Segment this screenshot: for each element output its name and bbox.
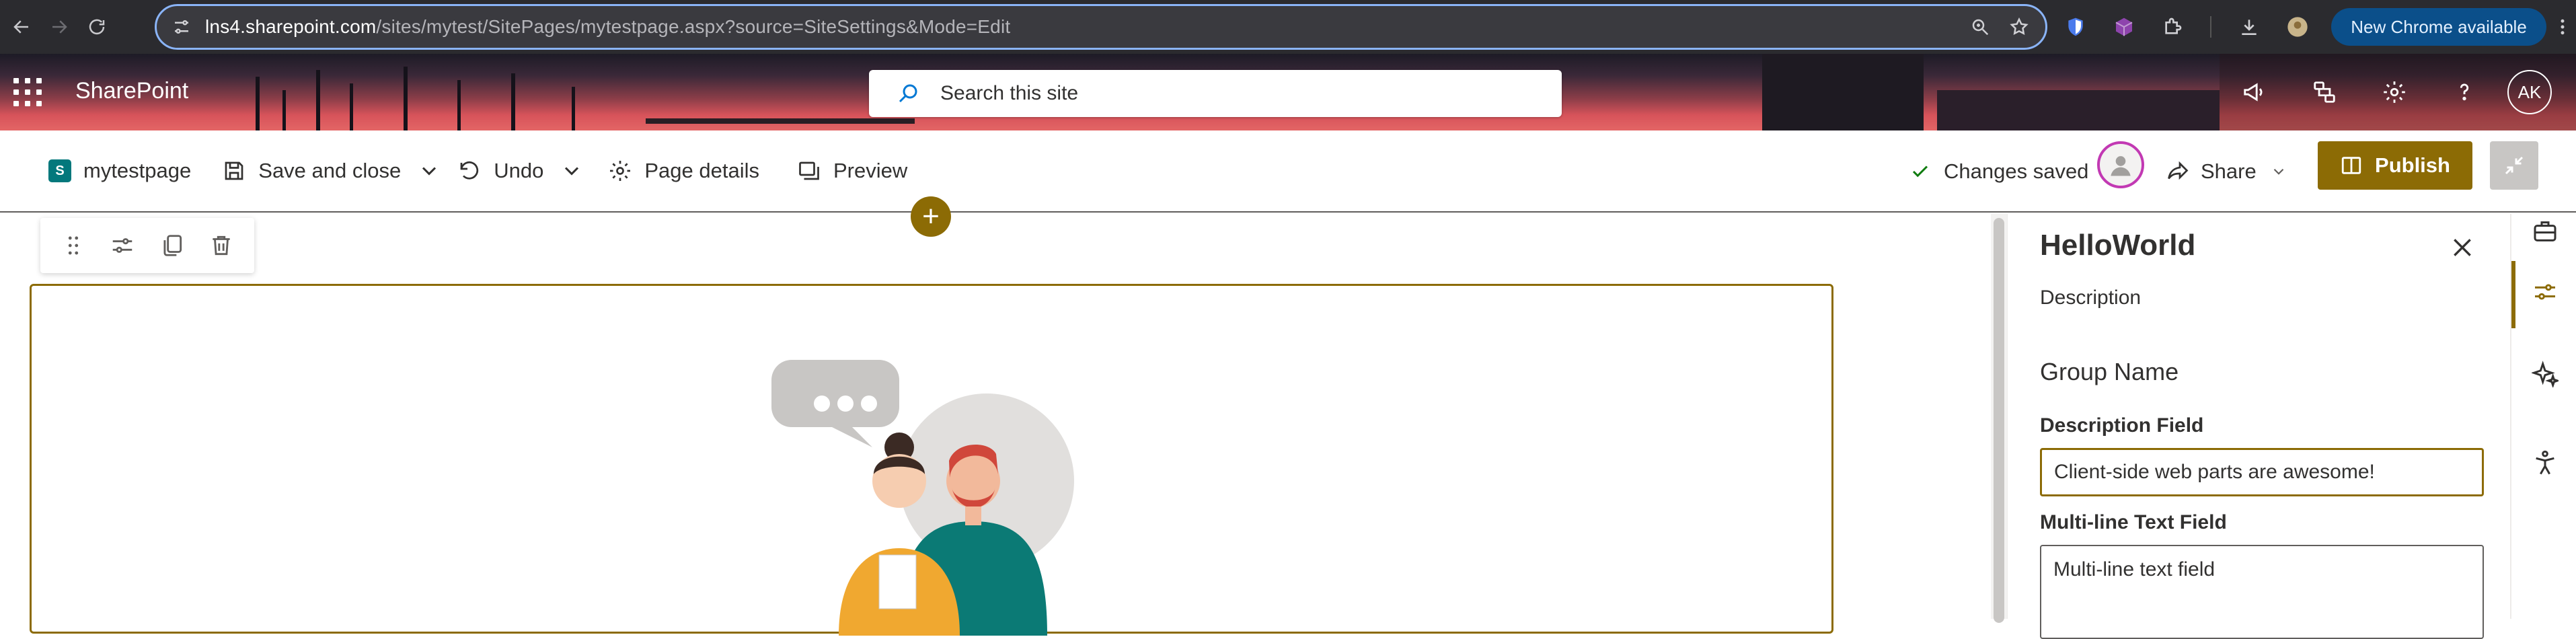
person-icon bbox=[2111, 156, 2131, 176]
multiline-field-label: Multi-line Text Field bbox=[2040, 511, 2227, 533]
helloworld-webpart[interactable] bbox=[30, 284, 1833, 636]
sharepoint-brand[interactable]: SharePoint bbox=[75, 78, 188, 104]
site-info-icon[interactable] bbox=[172, 17, 192, 37]
suite-actions: AK bbox=[2220, 54, 2576, 130]
browser-toolbar: lns4.sharepoint.com/sites/mytest/SitePag… bbox=[0, 0, 2576, 54]
right-tool-rail bbox=[2510, 214, 2576, 619]
app-launcher-icon[interactable] bbox=[13, 78, 42, 106]
canvas-scrollbar[interactable] bbox=[1991, 214, 2007, 623]
save-icon bbox=[225, 161, 243, 180]
save-and-close-button[interactable]: Save and close bbox=[222, 130, 401, 211]
reload-icon[interactable] bbox=[78, 8, 116, 46]
header-background-art bbox=[316, 70, 320, 130]
zoom-icon[interactable] bbox=[1970, 17, 1990, 37]
collapse-arrows-icon bbox=[2505, 156, 2524, 175]
multiline-field-textarea[interactable]: Multi-line text field bbox=[2040, 545, 2484, 639]
active-tab-indicator bbox=[2511, 261, 2515, 328]
gear-icon bbox=[610, 161, 631, 181]
settings-gear-icon[interactable] bbox=[2359, 54, 2429, 130]
webpart-toolbar bbox=[40, 218, 254, 273]
share-button[interactable]: Share bbox=[2166, 130, 2287, 213]
back-icon[interactable] bbox=[3, 8, 40, 46]
url-text[interactable]: lns4.sharepoint.com/sites/mytest/SitePag… bbox=[205, 16, 1010, 38]
site-search-box[interactable]: Search this site bbox=[869, 70, 1562, 117]
toolbox-icon[interactable] bbox=[2532, 218, 2559, 245]
pane-title: HelloWorld bbox=[2040, 229, 2196, 262]
description-field-label: Description Field bbox=[2040, 414, 2204, 437]
header-background-art bbox=[511, 73, 515, 130]
user-avatar[interactable]: AK bbox=[2507, 70, 2552, 114]
coauthor-avatar[interactable] bbox=[2097, 141, 2144, 188]
duplicate-icon[interactable] bbox=[159, 233, 185, 258]
header-background-art bbox=[350, 83, 353, 130]
book-icon bbox=[2341, 157, 2361, 174]
publish-button[interactable]: Publish bbox=[2318, 141, 2472, 190]
bookmark-star-icon[interactable] bbox=[2009, 17, 2029, 37]
header-background-art bbox=[646, 118, 915, 124]
shield-extension-icon[interactable] bbox=[2065, 16, 2086, 38]
header-background-art bbox=[282, 90, 286, 130]
properties-sliders-icon[interactable] bbox=[2532, 278, 2559, 305]
undo-options-chevron-icon[interactable] bbox=[560, 130, 584, 211]
preview-icon bbox=[799, 161, 819, 180]
header-background-art bbox=[404, 67, 408, 130]
extensions-area bbox=[2065, 0, 2308, 54]
search-placeholder: Search this site bbox=[940, 82, 1079, 104]
search-icon bbox=[899, 84, 917, 103]
share-chevron-icon[interactable] bbox=[2270, 163, 2287, 180]
puzzle-extensions-icon[interactable] bbox=[2162, 16, 2183, 38]
download-icon[interactable] bbox=[2238, 16, 2260, 38]
checkmark-icon bbox=[1912, 165, 1928, 178]
scrollbar-thumb[interactable] bbox=[1994, 218, 2004, 623]
group-name-heading: Group Name bbox=[2040, 358, 2179, 385]
save-options-chevron-icon[interactable] bbox=[417, 130, 441, 211]
header-background-art bbox=[1762, 54, 1924, 130]
header-background-art bbox=[1937, 90, 2220, 130]
delete-icon[interactable] bbox=[209, 233, 234, 258]
app-switch-icon[interactable] bbox=[2289, 54, 2359, 130]
share-icon bbox=[2168, 161, 2189, 180]
undo-icon bbox=[460, 161, 479, 180]
address-bar[interactable]: lns4.sharepoint.com/sites/mytest/SitePag… bbox=[155, 4, 2047, 50]
chrome-menu-icon[interactable] bbox=[2549, 0, 2576, 54]
header-background-art bbox=[457, 80, 461, 130]
help-icon[interactable] bbox=[2429, 54, 2499, 130]
forward-icon[interactable] bbox=[40, 8, 78, 46]
profile-icon[interactable] bbox=[2287, 16, 2308, 38]
header-background-art bbox=[572, 87, 575, 130]
sharepoint-page-icon: S bbox=[48, 159, 71, 182]
edit-properties-icon[interactable] bbox=[110, 233, 135, 258]
placeholder-illustration bbox=[771, 360, 1074, 636]
page-details-button[interactable]: Page details bbox=[608, 130, 759, 211]
undo-button[interactable]: Undo bbox=[457, 130, 543, 211]
description-field-input[interactable]: Client-side web parts are awesome! bbox=[2040, 448, 2484, 496]
cube-extension-icon[interactable] bbox=[2113, 16, 2135, 38]
collapse-pane-button[interactable] bbox=[2490, 141, 2538, 190]
suite-header: SharePoint Search this site AK bbox=[0, 54, 2576, 130]
preview-button[interactable]: Preview bbox=[797, 130, 907, 211]
header-background-art bbox=[256, 77, 260, 130]
close-icon[interactable] bbox=[2449, 234, 2476, 261]
save-status: Changes saved bbox=[1910, 130, 2088, 213]
megaphone-icon[interactable] bbox=[2220, 54, 2289, 130]
drag-handle-icon[interactable] bbox=[61, 233, 86, 258]
add-section-button[interactable]: + bbox=[911, 196, 951, 237]
accessibility-icon[interactable] bbox=[2532, 449, 2559, 476]
design-ideas-sparkle-icon[interactable] bbox=[2532, 361, 2559, 387]
property-pane: HelloWorld Description Group Name Descri… bbox=[2007, 214, 2510, 639]
page-name[interactable]: S mytestpage bbox=[48, 130, 191, 211]
new-chrome-button[interactable]: New Chrome available bbox=[2331, 8, 2546, 46]
pane-description: Description bbox=[2040, 287, 2142, 309]
